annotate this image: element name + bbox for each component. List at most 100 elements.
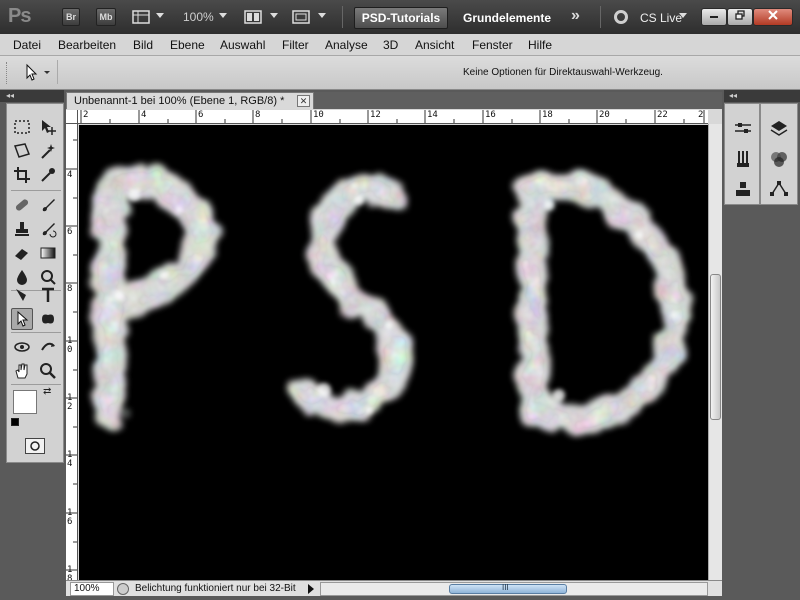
custom-shape-tool-icon[interactable] bbox=[37, 308, 59, 330]
lasso-tool-icon[interactable] bbox=[11, 140, 33, 162]
ruler-tick-label: 18 bbox=[542, 110, 553, 120]
ruler-tick-label: 10 bbox=[67, 336, 73, 355]
minimize-button[interactable] bbox=[701, 8, 727, 26]
ruler-tick-label: 16 bbox=[67, 508, 73, 527]
options-bar-grip[interactable] bbox=[6, 62, 9, 84]
toolbox-divider bbox=[11, 384, 61, 385]
ruler-tick-label: 8 bbox=[255, 110, 261, 120]
view-extras-caret-icon[interactable] bbox=[156, 13, 164, 18]
spot-healing-brush-icon[interactable] bbox=[11, 194, 33, 216]
channels-panel-icon[interactable] bbox=[766, 146, 792, 172]
eyedropper-tool-icon[interactable] bbox=[37, 164, 59, 186]
ruler-tick-label: 12 bbox=[370, 110, 381, 120]
toolbox-collapse-header[interactable]: ◂◂ bbox=[0, 90, 64, 102]
quick-mask-button[interactable] bbox=[25, 438, 45, 454]
gradient-tool-icon[interactable] bbox=[37, 242, 59, 264]
menu-ebene[interactable]: Ebene bbox=[170, 38, 205, 52]
marquee-tool-icon[interactable] bbox=[11, 116, 33, 138]
3d-object-rotate-tool-icon[interactable] bbox=[11, 336, 33, 358]
type-tool-icon[interactable] bbox=[37, 284, 59, 306]
paths-panel-icon[interactable] bbox=[766, 176, 792, 202]
zoom-level-dropdown[interactable]: 100% bbox=[183, 10, 214, 24]
brush-presets-panel-icon[interactable] bbox=[730, 146, 756, 172]
ruler-origin[interactable] bbox=[66, 110, 78, 124]
cs-live-menu[interactable]: CS Live bbox=[640, 11, 682, 25]
bridge-button[interactable]: Br bbox=[62, 8, 80, 26]
vertical-ruler[interactable]: 4 6 8 10 12 14 16 18 bbox=[66, 124, 78, 580]
zoom-input[interactable]: 100% bbox=[70, 582, 114, 596]
menu-filter[interactable]: Filter bbox=[282, 38, 309, 52]
move-tool-icon[interactable] bbox=[37, 116, 59, 138]
document-canvas[interactable] bbox=[79, 125, 708, 580]
arrange-documents-icon[interactable] bbox=[244, 9, 264, 28]
workspace-grundelemente-button[interactable]: Grundelemente bbox=[463, 11, 551, 25]
zoom-caret-icon[interactable] bbox=[219, 13, 227, 18]
options-bar: Keine Optionen für Direktauswahl-Werkzeu… bbox=[0, 56, 800, 90]
ruler-tick-label: 12 bbox=[67, 393, 73, 412]
view-extras-icon[interactable] bbox=[132, 9, 152, 28]
3d-camera-rotate-tool-icon[interactable] bbox=[37, 336, 59, 358]
mini-bridge-button[interactable]: Mb bbox=[96, 8, 116, 26]
app-bar-divider bbox=[600, 6, 601, 28]
menu-auswahl[interactable]: Auswahl bbox=[220, 38, 265, 52]
layers-panel-icon[interactable] bbox=[766, 116, 792, 142]
vertical-scrollbar[interactable] bbox=[708, 124, 722, 580]
status-info-icon[interactable] bbox=[117, 583, 129, 595]
swap-colors-icon[interactable]: ⇄ bbox=[43, 386, 51, 397]
workspace-psd-tutorials-button[interactable]: PSD-Tutorials bbox=[354, 7, 448, 29]
ruler-tick-label: 2 bbox=[698, 110, 704, 120]
status-bar: 100% Belichtung funktioniert nur bei 32-… bbox=[66, 580, 722, 596]
cs-live-caret-icon[interactable] bbox=[679, 13, 687, 18]
menu-3d[interactable]: 3D bbox=[383, 38, 398, 52]
cs-live-icon[interactable] bbox=[614, 10, 628, 24]
panels-collapse-header[interactable]: ◂◂ bbox=[724, 90, 800, 102]
ruler-tick-label: 22 bbox=[657, 110, 668, 120]
horizontal-ruler[interactable]: 2 4 6 8 10 12 14 16 18 20 22 2 bbox=[78, 110, 708, 124]
menu-analyse[interactable]: Analyse bbox=[325, 38, 368, 52]
ruler-tick-label: 14 bbox=[427, 110, 438, 120]
adjustments-panel-dock bbox=[724, 103, 760, 205]
scroll-thumb-grip: III bbox=[502, 583, 509, 592]
arrange-caret-icon[interactable] bbox=[270, 13, 278, 18]
screen-mode-caret-icon[interactable] bbox=[318, 13, 326, 18]
adjustments-panel-icon[interactable] bbox=[730, 116, 756, 142]
vertical-scroll-thumb[interactable] bbox=[710, 274, 721, 420]
hand-tool-icon[interactable] bbox=[11, 360, 33, 382]
ruler-tick-label: 2 bbox=[83, 110, 89, 120]
clone-source-panel-icon[interactable] bbox=[730, 176, 756, 202]
direct-selection-tool-icon[interactable] bbox=[11, 308, 33, 330]
workspace-background bbox=[0, 596, 800, 600]
eraser-tool-icon[interactable] bbox=[11, 242, 33, 264]
document-tab-title: Unbenannt-1 bei 100% (Ebene 1, RGB/8) * bbox=[74, 95, 285, 107]
screen-mode-icon[interactable] bbox=[292, 9, 312, 28]
ruler-tick-label: 18 bbox=[67, 565, 73, 581]
menu-hilfe[interactable]: Hilfe bbox=[528, 38, 552, 52]
ruler-tick-label: 8 bbox=[67, 284, 73, 294]
close-window-button[interactable] bbox=[753, 8, 793, 26]
restore-button[interactable] bbox=[727, 8, 753, 26]
history-brush-tool-icon[interactable] bbox=[37, 218, 59, 240]
clone-stamp-tool-icon[interactable] bbox=[11, 218, 33, 240]
pen-tool-icon[interactable] bbox=[11, 284, 33, 306]
menu-datei[interactable]: Datei bbox=[13, 38, 41, 52]
menu-bearbeiten[interactable]: Bearbeiten bbox=[58, 38, 116, 52]
zoom-tool-icon[interactable] bbox=[37, 360, 59, 382]
status-menu-arrow-icon[interactable] bbox=[308, 584, 314, 594]
document-close-button[interactable]: ✕ bbox=[297, 95, 310, 107]
document-tab[interactable]: Unbenannt-1 bei 100% (Ebene 1, RGB/8) * … bbox=[66, 92, 314, 109]
crop-tool-icon[interactable] bbox=[11, 164, 33, 186]
status-info-text: Belichtung funktioniert nur bei 32-Bit bbox=[135, 583, 296, 594]
tool-preset-picker[interactable] bbox=[18, 60, 58, 84]
foreground-color-swatch[interactable] bbox=[13, 390, 37, 414]
menu-bild[interactable]: Bild bbox=[133, 38, 153, 52]
tools-panel: ⇄ bbox=[6, 103, 64, 463]
menu-ansicht[interactable]: Ansicht bbox=[415, 38, 454, 52]
horizontal-ruler-ticks bbox=[80, 110, 705, 123]
brush-tool-icon[interactable] bbox=[37, 194, 59, 216]
magic-wand-tool-icon[interactable] bbox=[37, 140, 59, 162]
menu-fenster[interactable]: Fenster bbox=[472, 38, 513, 52]
horizontal-scroll-thumb[interactable]: III bbox=[449, 583, 567, 594]
default-colors-icon[interactable] bbox=[11, 418, 19, 426]
horizontal-scrollbar[interactable]: III bbox=[320, 582, 708, 596]
more-workspaces-button[interactable]: » bbox=[571, 7, 580, 25]
